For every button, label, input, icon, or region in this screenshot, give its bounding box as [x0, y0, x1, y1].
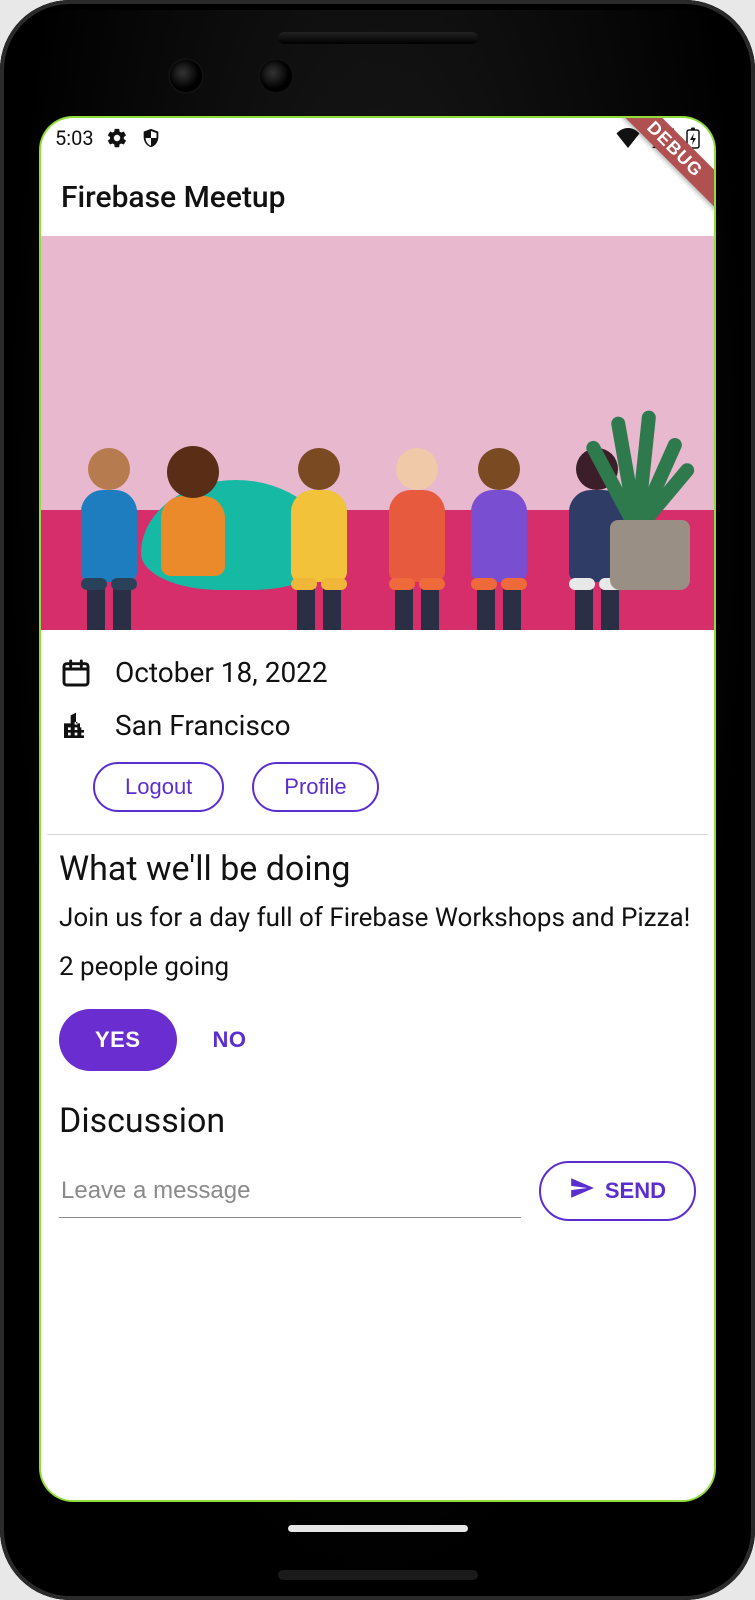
rsvp-no-button[interactable]: NO	[213, 1027, 247, 1053]
logout-button[interactable]: Logout	[93, 762, 224, 812]
hero-illustration	[41, 236, 714, 630]
event-location-row: San Francisco	[59, 699, 696, 752]
screen: 5:03 DEBUG	[41, 118, 714, 1500]
wifi-icon	[616, 128, 640, 148]
status-bar: 5:03	[41, 118, 714, 158]
content-scroll[interactable]: October 18, 2022 San Francisco Logout Pr…	[41, 236, 714, 1500]
profile-button[interactable]: Profile	[252, 762, 378, 812]
earpiece	[278, 32, 478, 44]
message-row: SEND	[41, 1153, 714, 1229]
event-info: October 18, 2022 San Francisco Logout Pr…	[41, 630, 714, 834]
rsvp-row: YES NO	[41, 999, 714, 1097]
calendar-icon	[59, 657, 93, 689]
bottom-speaker	[278, 1570, 478, 1580]
about-description: Join us for a day full of Firebase Works…	[59, 901, 696, 936]
gear-icon	[106, 127, 128, 149]
auth-buttons: Logout Profile	[59, 752, 696, 834]
about-heading: What we'll be doing	[59, 849, 696, 889]
phone-frame: 5:03 DEBUG	[0, 0, 755, 1600]
message-input[interactable]	[59, 1165, 521, 1218]
sensor-dot	[420, 72, 430, 82]
event-location: San Francisco	[115, 709, 291, 742]
front-camera	[260, 60, 292, 92]
app-bar: Firebase Meetup	[41, 158, 714, 236]
front-camera	[170, 60, 202, 92]
event-date: October 18, 2022	[115, 656, 328, 689]
rsvp-yes-button[interactable]: YES	[59, 1009, 177, 1071]
plant-icon	[590, 420, 680, 530]
attending-count: 2 people going	[59, 950, 696, 985]
status-clock: 5:03	[55, 126, 94, 150]
send-icon	[569, 1175, 595, 1207]
event-date-row: October 18, 2022	[59, 646, 696, 699]
page-title: Firebase Meetup	[61, 180, 285, 215]
send-label: SEND	[605, 1178, 666, 1204]
send-button[interactable]: SEND	[539, 1161, 696, 1221]
about-section: What we'll be doing Join us for a day fu…	[41, 835, 714, 985]
shield-icon	[140, 127, 162, 149]
discussion-heading: Discussion	[59, 1101, 696, 1141]
home-indicator[interactable]	[288, 1525, 468, 1532]
discussion-section: Discussion	[41, 1097, 714, 1141]
city-icon	[59, 710, 93, 742]
